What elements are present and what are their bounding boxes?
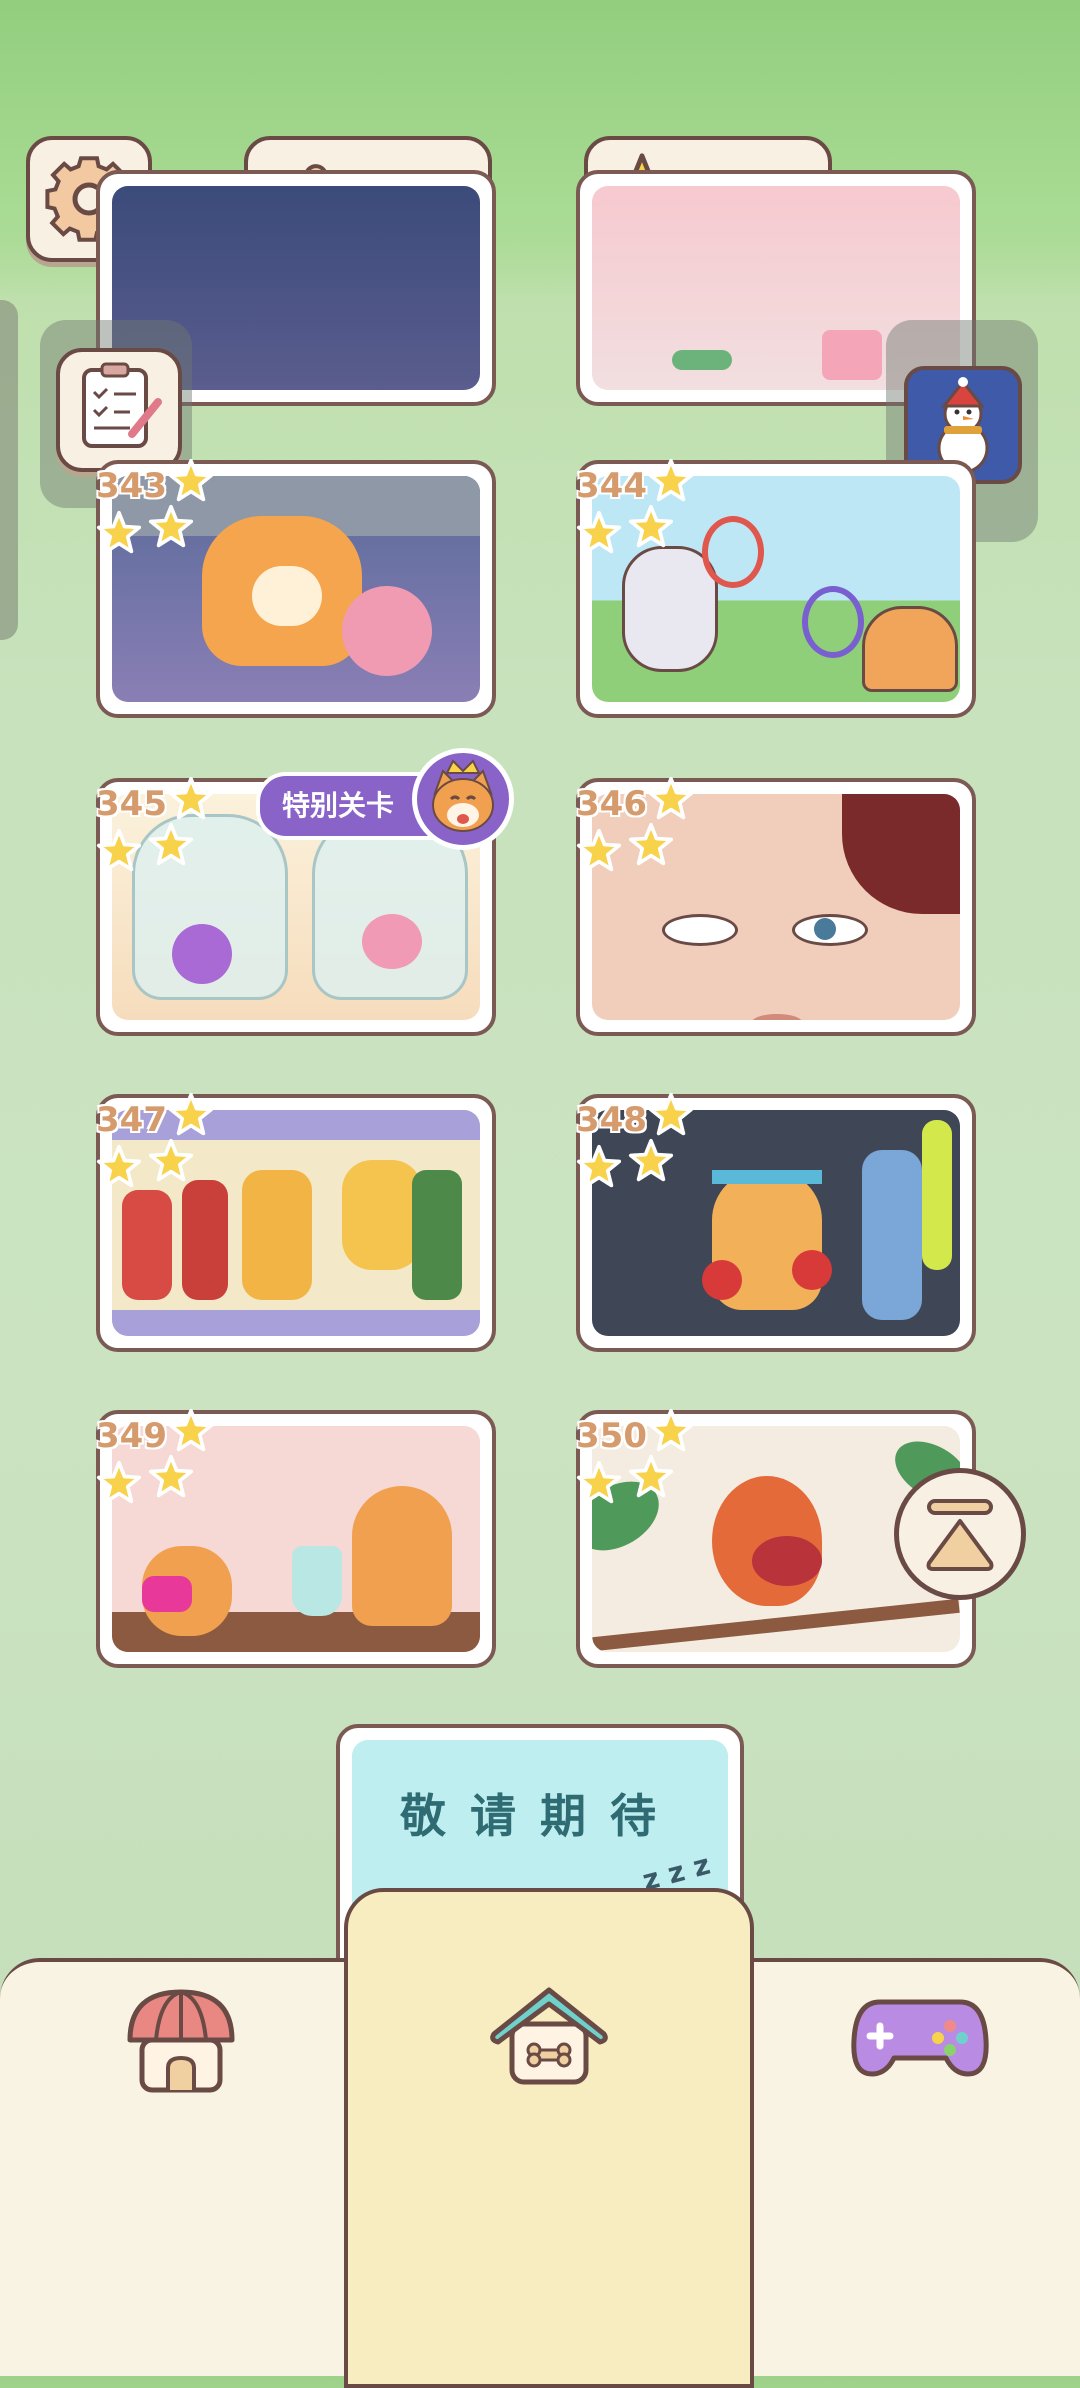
star-icon: [96, 1460, 142, 1510]
star-icon: [96, 1144, 142, 1194]
star-icon: [168, 1408, 214, 1458]
scroll-top-button[interactable]: [894, 1468, 1026, 1600]
star-icon: [628, 1138, 674, 1188]
corgi-king-icon: [412, 748, 514, 850]
star-icon: [648, 1408, 694, 1458]
tasks-button[interactable]: [56, 348, 182, 472]
nav-tab-home[interactable]: [484, 1980, 614, 2090]
nav-tab-home-active[interactable]: [344, 1888, 754, 2388]
star-icon: [628, 822, 674, 872]
gamepad-icon: [851, 1999, 989, 2077]
house-icon: [490, 1987, 608, 2085]
special-level-label: 特别关卡: [282, 789, 395, 822]
star-icon: [648, 776, 694, 826]
star-icon: [628, 504, 674, 554]
star-icon: [168, 458, 214, 508]
star-icon: [168, 1092, 214, 1142]
level-number: 343: [96, 466, 167, 506]
star-icon: [96, 510, 142, 560]
star-icon: [576, 1144, 622, 1194]
star-icon: [648, 1092, 694, 1142]
level-number: 347: [96, 1100, 167, 1140]
level-number: 348: [576, 1100, 647, 1140]
level-number: 349: [96, 1416, 167, 1456]
coming-soon-title: 敬请期待: [400, 1789, 680, 1843]
side-drawer-tab[interactable]: [0, 300, 18, 640]
level-number: 344: [576, 466, 647, 506]
star-icon: [576, 510, 622, 560]
star-icon: [576, 1460, 622, 1510]
arrow-up-icon: [926, 1499, 994, 1571]
star-icon: [168, 776, 214, 826]
star-icon: [148, 504, 194, 554]
shop-icon: [127, 1989, 235, 2093]
level-number: 350: [576, 1416, 647, 1456]
clipboard-icon: [82, 362, 162, 448]
star-icon: [628, 1454, 674, 1504]
nav-tab-shop[interactable]: [116, 1980, 246, 2110]
star-icon: [148, 1454, 194, 1504]
star-icon: [96, 828, 142, 878]
level-number: 345: [96, 784, 167, 824]
nav-tab-games[interactable]: [850, 1984, 990, 2084]
star-icon: [576, 828, 622, 878]
star-icon: [148, 1138, 194, 1188]
level-number: 346: [576, 784, 647, 824]
star-icon: [148, 822, 194, 872]
star-icon: [648, 458, 694, 508]
